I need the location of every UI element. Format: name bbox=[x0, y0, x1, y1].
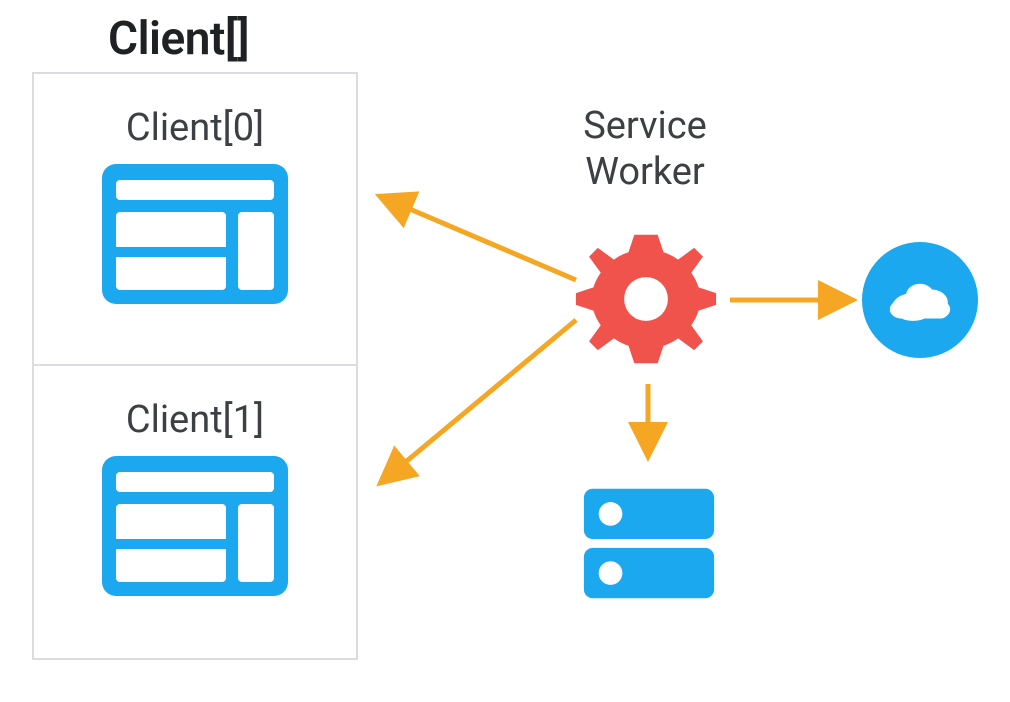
service-worker-label-line1: Service bbox=[583, 104, 707, 148]
client-1-cell: Client[1] bbox=[34, 366, 356, 658]
clients-array-title: Client[] bbox=[108, 12, 249, 66]
service-worker-label-line2: Worker bbox=[585, 150, 705, 194]
server-icon bbox=[575, 468, 723, 616]
client-1-label: Client[1] bbox=[34, 366, 356, 442]
service-worker-label: Service Worker bbox=[540, 104, 750, 195]
browser-window-icon bbox=[102, 456, 288, 596]
client-0-label: Client[0] bbox=[34, 74, 356, 150]
cloud-icon bbox=[862, 242, 978, 358]
browser-window-icon bbox=[102, 164, 288, 304]
client-0-cell: Client[0] bbox=[34, 74, 356, 366]
gear-icon bbox=[573, 226, 719, 372]
diagram-stage: Client[] Client[0] Client[1] bbox=[0, 0, 1010, 702]
arrow-sw-to-client0 bbox=[384, 198, 576, 280]
arrow-sw-to-client1 bbox=[384, 320, 576, 480]
clients-container: Client[0] Client[1] bbox=[32, 72, 358, 660]
